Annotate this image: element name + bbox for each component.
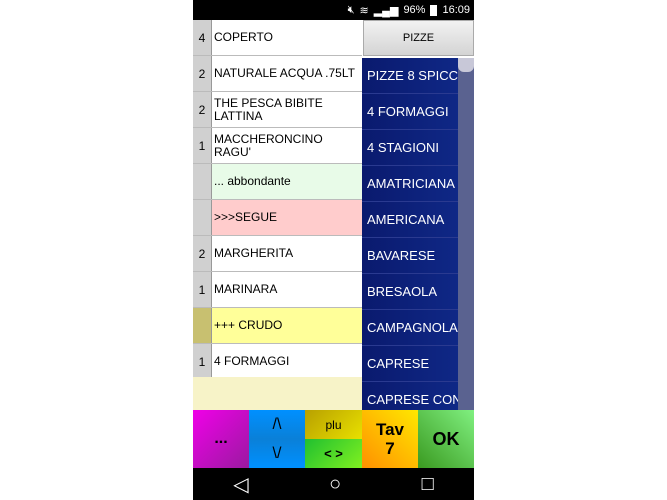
wifi-icon: ≋	[359, 4, 369, 17]
order-qty	[193, 164, 212, 199]
table-button[interactable]: Tav 7	[362, 410, 418, 468]
action-bar: ... /\ \/ plu < > Tav 7 OK	[193, 410, 474, 468]
order-qty: 2	[193, 236, 212, 271]
table-label: Tav	[375, 420, 405, 439]
plu-button[interactable]: plu	[305, 410, 362, 439]
order-item-name: >>>SEGUE	[214, 210, 278, 224]
order-item-name: MACCHERONCINO RAGU'	[214, 131, 323, 159]
battery-percent: 96%	[403, 4, 426, 16]
order-row[interactable]: 1 MACCHERONCINO RAGU'	[193, 128, 362, 164]
recents-icon[interactable]: □	[422, 473, 434, 496]
order-row[interactable]: 4 COPERTO	[193, 20, 362, 56]
order-row[interactable]: ... abbondante	[193, 164, 362, 200]
signal-icon: ▂▄▆	[373, 4, 399, 17]
more-button[interactable]: ...	[193, 410, 249, 468]
scrollbar-thumb[interactable]	[458, 58, 474, 72]
order-row[interactable]: 14 FORMAGGI	[193, 344, 362, 380]
order-qty: 1	[193, 344, 212, 379]
clock: 16:09	[442, 4, 470, 16]
order-item-name: NATURALE ACQUA .75LT	[214, 66, 355, 80]
order-item-name: +++ CRUDO	[214, 318, 283, 332]
order-qty	[193, 200, 212, 235]
status-bar: 🔇︎ ≋ ▂▄▆ 96% 16:09	[193, 0, 474, 20]
scroll-down-button[interactable]: \/	[249, 439, 305, 468]
battery-icon	[430, 4, 438, 16]
product-list-scrollbar[interactable]	[458, 58, 474, 410]
order-row[interactable]: 2 MARGHERITA	[193, 236, 362, 272]
order-row[interactable]: +++ CRUDO	[193, 308, 362, 344]
back-icon[interactable]: ◁	[233, 472, 248, 497]
order-qty: 1	[193, 128, 212, 163]
order-item-name: 4 FORMAGGI	[214, 354, 290, 368]
order-row[interactable]: 2 NATURALE ACQUA .75LT	[193, 56, 362, 92]
navigation-bar: ◁ ○ □	[193, 468, 474, 500]
order-list: 4 COPERTO 2 NATURALE ACQUA .75LT 2 THE PESCA …	[193, 20, 362, 380]
ok-button[interactable]: OK	[418, 410, 474, 468]
order-item-name: ... abbondante	[214, 174, 291, 188]
product-list: PIZZE 8 SPICCHI 4 FORMAGGI 4 STAGIONI AMATR…	[362, 58, 474, 410]
table-number: 7	[385, 439, 395, 458]
order-qty	[193, 308, 212, 343]
order-qty: 1	[193, 272, 212, 307]
phone-screen: 🔇︎ ≋ ▂▄▆ 96% 16:09 4 COPERTO 2 NATURALE ACQ…	[193, 0, 474, 500]
order-row[interactable]: 1 MARINARA	[193, 272, 362, 308]
scroll-up-button[interactable]: /\	[249, 410, 305, 439]
order-row[interactable]: >>>SEGUE	[193, 200, 362, 236]
category-button-pizze[interactable]: PIZZE	[363, 20, 474, 56]
left-right-button[interactable]: < >	[305, 439, 362, 468]
order-qty: 2	[193, 92, 212, 127]
order-qty: 4	[193, 20, 212, 55]
home-icon[interactable]: ○	[329, 473, 341, 496]
order-item-name: COPERTO	[214, 30, 273, 44]
mute-icon: 🔇︎	[347, 3, 355, 16]
order-qty: 2	[193, 56, 212, 91]
order-row[interactable]: 2 THE PESCA BIBITE LATTINA	[193, 92, 362, 128]
order-item-name: THE PESCA BIBITE LATTINA	[214, 95, 323, 123]
order-item-name: MARINARA	[214, 282, 278, 296]
order-list-empty-area	[193, 377, 362, 410]
order-item-name: MARGHERITA	[214, 246, 294, 260]
